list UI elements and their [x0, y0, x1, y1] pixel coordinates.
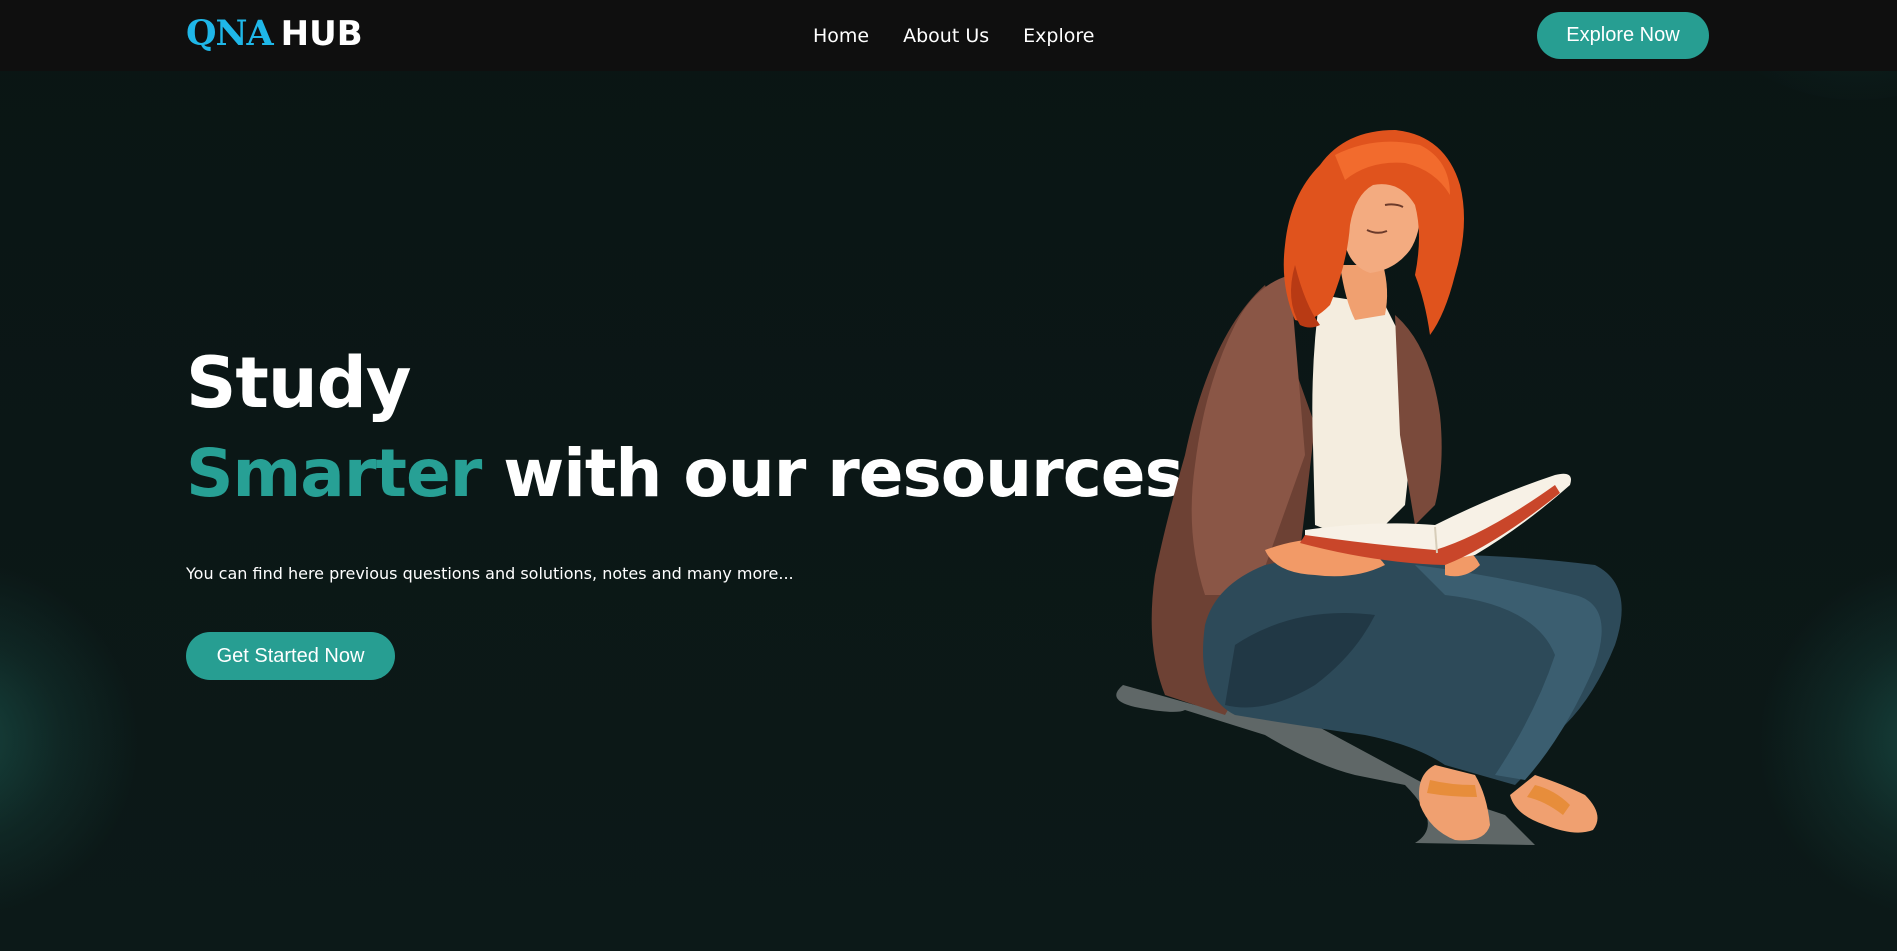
nav-link-home[interactable]: Home: [813, 25, 869, 47]
navbar: QNA HUB Home About Us Explore Explore No…: [0, 0, 1897, 71]
explore-now-button[interactable]: Explore Now: [1537, 12, 1709, 59]
nav-links: Home About Us Explore: [813, 0, 1094, 71]
logo-primary: QNA: [186, 13, 274, 54]
nav-link-about-us[interactable]: About Us: [903, 25, 989, 47]
landing-page: QNA HUB Home About Us Explore Explore No…: [0, 0, 1897, 951]
hero-subtitle: You can find here previous questions and…: [186, 564, 794, 583]
site-logo[interactable]: QNA HUB: [186, 13, 363, 54]
hero-heading-accent: Smarter: [186, 435, 482, 512]
woman-reading-book-illustration: [1116, 130, 1622, 845]
get-started-button[interactable]: Get Started Now: [186, 632, 395, 680]
logo-secondary: HUB: [280, 14, 363, 54]
hero-text: Study Smarter with our resources You can…: [186, 340, 1184, 583]
hero-heading-line2: Smarter with our resources: [186, 426, 1184, 522]
background-glow-left: [0, 560, 140, 920]
background-glow-right: [1757, 560, 1897, 920]
hero-heading-rest: with our resources: [503, 435, 1184, 512]
hero-heading-line1: Study: [186, 342, 411, 424]
nav-link-explore[interactable]: Explore: [1023, 25, 1094, 47]
